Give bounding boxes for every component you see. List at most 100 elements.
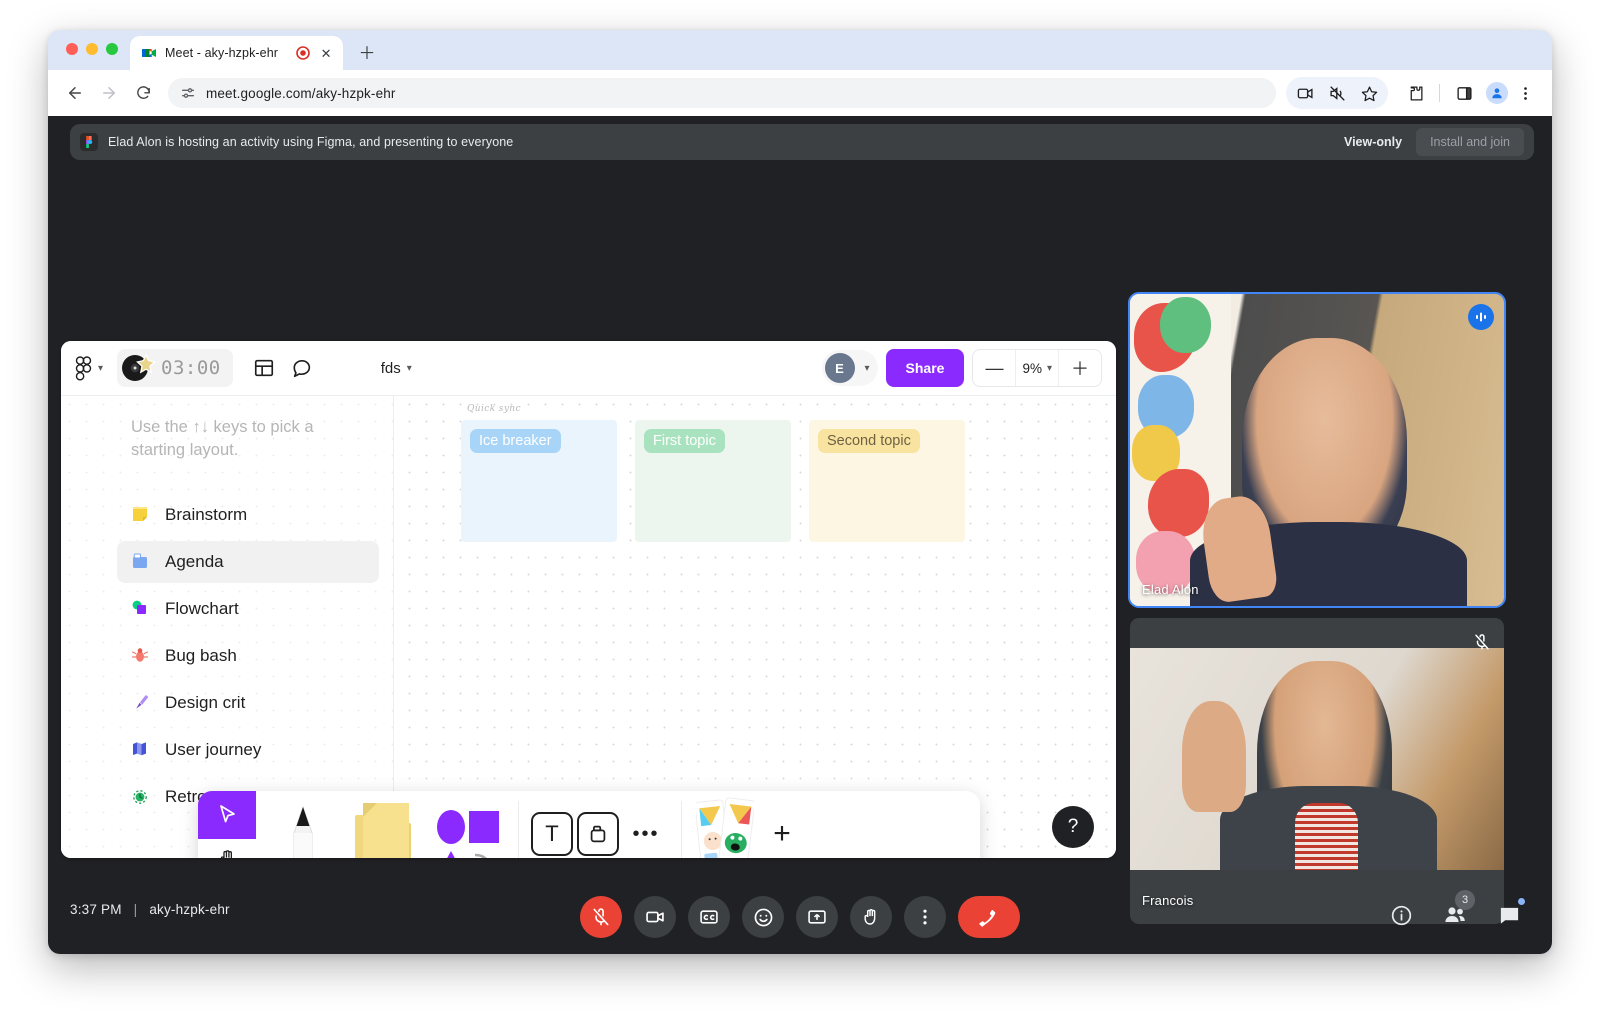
browser-tab[interactable]: Meet - aky-hzpk-ehr ✕	[130, 36, 344, 70]
layout-item-label: Agenda	[165, 552, 224, 571]
text-tool-icon[interactable]: T	[531, 812, 573, 856]
tune-site-settings-icon[interactable]	[180, 85, 196, 101]
pen-marker-tool-icon[interactable]	[264, 791, 342, 858]
tool-divider	[681, 801, 682, 858]
layout-item-label: Brainstorm	[165, 505, 248, 524]
figma-icon	[80, 133, 98, 151]
avatar: E	[824, 353, 855, 383]
people-icon[interactable]: 3	[1436, 890, 1475, 934]
timer-value: 03:00	[161, 357, 221, 379]
layout-item-brainstorm[interactable]: Brainstorm	[117, 494, 379, 536]
current-time: 3:37 PM	[70, 902, 122, 917]
layout-item-label: Bug bash	[165, 646, 237, 665]
board-card-label: First topic	[644, 429, 725, 453]
board-card[interactable]: Second topic	[809, 420, 965, 542]
reload-icon[interactable]	[128, 78, 158, 108]
screen-share-active-icon[interactable]	[1290, 78, 1320, 108]
star-icon[interactable]	[1354, 78, 1384, 108]
tab-strip: Meet - aky-hzpk-ehr ✕ ＋	[48, 30, 1552, 70]
layout-item-design-crit[interactable]: Design crit	[117, 682, 379, 724]
share-button[interactable]: Share	[885, 349, 965, 387]
help-button[interactable]: ?	[1052, 806, 1094, 848]
layout-grid-icon[interactable]	[245, 349, 283, 387]
hand-tool-icon[interactable]	[198, 839, 256, 858]
video-tile-elad-alon[interactable]: Elad Alon	[1128, 292, 1506, 608]
layout-list: Brainstorm Agenda Flowchart Bug bash Des…	[117, 494, 379, 823]
board-card-label: Ice breaker	[470, 429, 561, 453]
raise-hand-button[interactable]	[850, 896, 892, 938]
comment-bubble-icon[interactable]	[283, 349, 321, 387]
leave-call-button[interactable]	[958, 896, 1020, 938]
layout-item-bug-bash[interactable]: Bug bash	[117, 635, 379, 677]
board-card[interactable]: Ice breaker	[461, 420, 617, 542]
captions-button[interactable]	[688, 896, 730, 938]
layout-item-agenda[interactable]: Agenda	[117, 541, 379, 583]
figjam-canvas[interactable]: Use the ↑↓ keys to pick a starting layou…	[61, 396, 1116, 858]
browser-window: Meet - aky-hzpk-ehr ✕ ＋ meet.google.com/…	[48, 30, 1552, 954]
camera-button[interactable]	[634, 896, 676, 938]
stickers-group: +	[686, 791, 812, 858]
new-tab-icon[interactable]: ＋	[353, 39, 381, 67]
chevron-down-icon[interactable]: ▾	[407, 363, 412, 374]
layout-picker-hint: Use the ↑↓ keys to pick a starting layou…	[131, 418, 314, 459]
file-name[interactable]: fds	[381, 360, 401, 377]
side-panel-icon[interactable]	[1449, 78, 1479, 108]
back-arrow-icon[interactable]	[60, 78, 90, 108]
profile-avatar-icon[interactable]	[1486, 82, 1508, 104]
zoom-level[interactable]: 9% ▾	[1015, 350, 1059, 386]
tab-recording-icon[interactable]	[296, 46, 310, 60]
chevron-down-icon[interactable]: ▾	[98, 363, 103, 374]
minimize-window-button[interactable]	[86, 43, 98, 55]
close-window-button[interactable]	[66, 43, 78, 55]
meet-right-controls: 3	[1382, 890, 1528, 934]
zoom-out-button[interactable]: —	[973, 350, 1015, 386]
tab-title: Meet - aky-hzpk-ehr	[165, 46, 279, 60]
install-and-join-button[interactable]: Install and join	[1416, 128, 1524, 156]
forward-arrow-icon[interactable]	[94, 78, 124, 108]
view-only-label: View-only	[1343, 135, 1403, 149]
chat-icon[interactable]	[1490, 896, 1528, 934]
content-tools-group: T •••	[523, 791, 677, 858]
toolbar-actions	[1286, 77, 1540, 109]
layout-item-label: User journey	[165, 740, 262, 759]
activity-timer[interactable]: 03:00	[117, 349, 233, 387]
google-meet-icon	[141, 45, 157, 61]
chevron-down-icon[interactable]: ▾	[1047, 363, 1052, 374]
layout-item-flowchart[interactable]: Flowchart	[117, 588, 379, 630]
collaborator-avatar-group[interactable]: E ▾	[821, 350, 878, 386]
tab-muted-icon[interactable]	[1322, 78, 1352, 108]
reactions-button[interactable]	[742, 896, 784, 938]
board-card[interactable]: First topic	[635, 420, 791, 542]
chat-unread-dot	[1518, 898, 1525, 905]
zoom-in-button[interactable]: ＋	[1059, 350, 1101, 386]
add-widget-icon[interactable]: +	[760, 810, 804, 858]
section-tool-icon[interactable]	[577, 812, 619, 856]
bug-icon	[129, 646, 151, 667]
present-screen-button[interactable]	[796, 896, 838, 938]
stickers-tool-icon[interactable]	[694, 791, 756, 858]
shapes-tool-icon[interactable]	[428, 791, 506, 858]
figjam-toolbar-right: E ▾ Share — 9% ▾ ＋	[821, 349, 1102, 387]
media-actions-group	[1286, 77, 1388, 109]
close-icon[interactable]: ✕	[318, 45, 334, 61]
select-tool-icon[interactable]	[198, 791, 256, 839]
address-bar[interactable]: meet.google.com/aky-hzpk-ehr	[168, 78, 1276, 108]
board-card-label: Second topic	[818, 429, 920, 453]
more-tools-icon[interactable]: •••	[623, 823, 669, 846]
meet-app: Elad Alon is hosting an activity using F…	[48, 116, 1552, 954]
call-controls	[580, 896, 1020, 938]
layout-item-user-journey[interactable]: User journey	[117, 729, 379, 771]
microphone-muted-button[interactable]	[580, 896, 622, 938]
toolbar-divider	[1439, 84, 1440, 102]
three-dot-menu-icon[interactable]	[1510, 78, 1540, 108]
more-options-button[interactable]	[904, 896, 946, 938]
sticky-note-tool-icon[interactable]	[346, 791, 424, 858]
extensions-puzzle-icon[interactable]	[1400, 78, 1430, 108]
maximize-window-button[interactable]	[106, 43, 118, 55]
board-title: Quick sync	[467, 404, 521, 414]
figma-logo-icon[interactable]	[75, 355, 92, 381]
info-icon[interactable]	[1382, 896, 1420, 934]
browser-toolbar: meet.google.com/aky-hzpk-ehr	[48, 70, 1552, 116]
figjam-toolbar: ▾ 03:00 fds ▾ E ▾ Share — 9% ▾ ＋	[61, 341, 1116, 396]
chevron-down-icon[interactable]: ▾	[865, 363, 870, 374]
